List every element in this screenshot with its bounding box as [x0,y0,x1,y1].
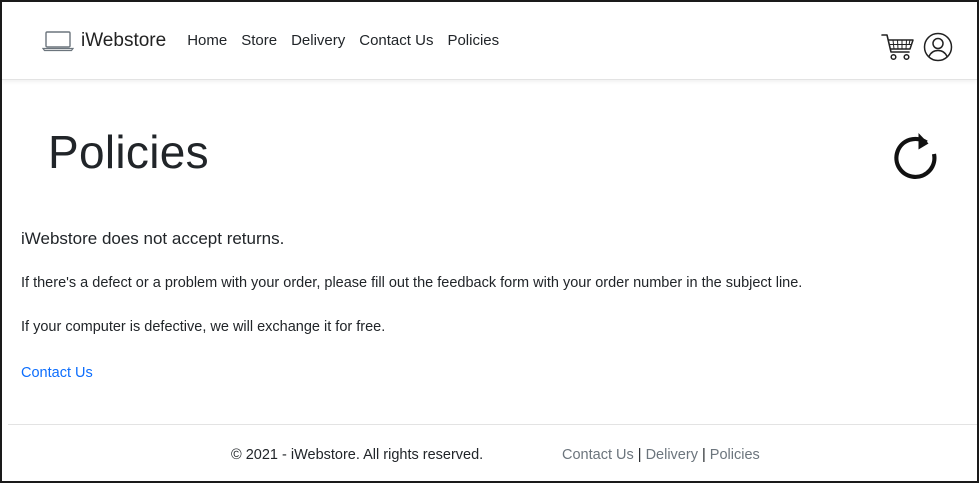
refresh-icon[interactable] [891,130,943,182]
brand-link[interactable]: iWebstore [42,30,166,52]
cart-icon[interactable] [881,32,915,62]
footer-link-delivery[interactable]: Delivery [646,447,698,463]
contact-us-link[interactable]: Contact Us [21,365,93,381]
nav-store[interactable]: Store [241,32,277,49]
user-circle-icon[interactable] [923,32,953,62]
policies-content: iWebstore does not accept returns. If th… [21,229,961,382]
exchange-paragraph: If your computer is defective, we will e… [21,319,386,335]
footer-link-contact-us[interactable]: Contact Us [562,447,634,463]
footer-divider [8,424,977,425]
main-nav: Home Store Delivery Contact Us Policies [187,32,513,49]
browser-frame: iWebstore Home Store Delivery Contact Us… [0,0,979,483]
page-title: Policies [48,126,209,178]
nav-delivery[interactable]: Delivery [291,32,345,49]
nav-contact-us[interactable]: Contact Us [359,32,433,49]
defect-paragraph: If there's a defect or a problem with yo… [21,275,803,291]
footer-separator: | [637,447,642,463]
footer-link-policies[interactable]: Policies [710,447,760,463]
nav-actions [881,32,953,62]
copyright-text: © 2021 - iWebstore. All rights reserved. [231,447,484,463]
nav-home[interactable]: Home [187,32,227,49]
nav-policies[interactable]: Policies [447,32,499,49]
laptop-icon [42,30,74,51]
returns-statement: iWebstore does not accept returns. [21,229,285,248]
navbar: iWebstore Home Store Delivery Contact Us… [2,2,977,80]
brand-name: iWebstore [81,29,167,51]
footer-links: Contact Us | Delivery | Policies [562,447,760,463]
footer-separator: | [701,447,706,463]
